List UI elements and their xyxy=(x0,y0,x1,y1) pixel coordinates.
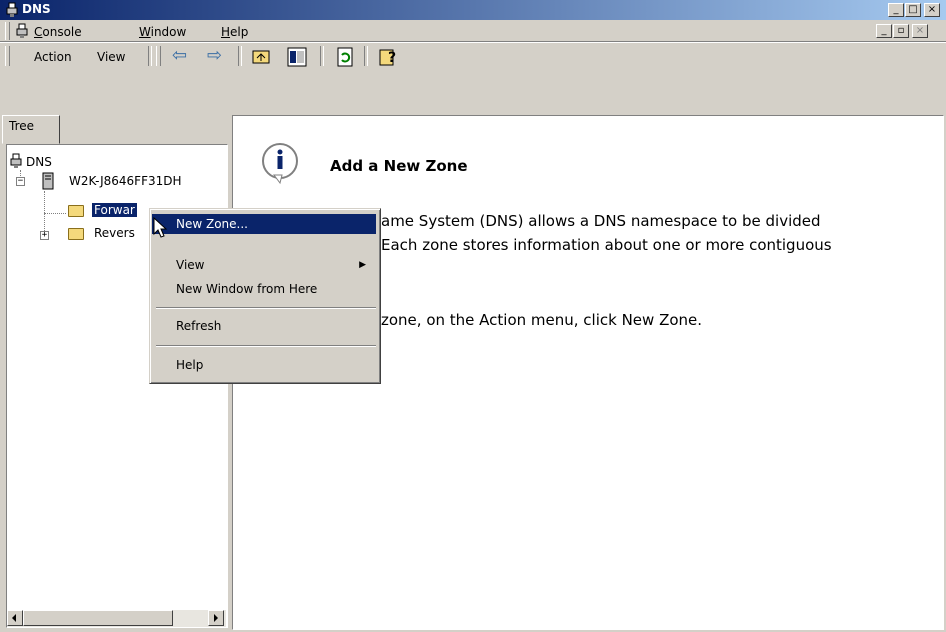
context-view[interactable]: View ▶ xyxy=(152,255,376,275)
toolbar xyxy=(0,42,946,68)
close-button[interactable]: × xyxy=(924,3,940,17)
context-refresh[interactable]: Refresh xyxy=(152,316,376,336)
context-new-zone[interactable]: New Zone... xyxy=(152,214,376,234)
toolbar-separator-4 xyxy=(364,46,368,66)
menubar-grip[interactable] xyxy=(5,22,10,40)
menu-console[interactable]: Console xyxy=(34,25,82,39)
details-paragraph-line2: Each zone stores information about one o… xyxy=(381,236,832,254)
tree-line xyxy=(44,213,66,214)
child-restore-button[interactable]: ▫ xyxy=(893,24,909,38)
title-bar xyxy=(0,0,946,20)
scroll-thumb[interactable] xyxy=(23,610,173,626)
toolbar-grip[interactable] xyxy=(5,46,10,66)
help-icon[interactable]: ? xyxy=(378,47,398,67)
menu-help-label: Help xyxy=(221,25,249,39)
tab-tree-label: Tree xyxy=(9,119,35,133)
folder-icon xyxy=(68,205,84,217)
toolbar-separator xyxy=(148,46,152,66)
context-new-window[interactable]: New Window from Here xyxy=(152,279,376,299)
scroll-right-button[interactable] xyxy=(208,610,224,626)
window-title: DNS xyxy=(22,2,51,16)
dns-console-icon xyxy=(6,2,18,17)
tree-expander-reverse[interactable]: + xyxy=(40,231,49,240)
back-arrow-icon[interactable]: ⇦ xyxy=(172,45,187,66)
toolbar-grip-2[interactable] xyxy=(156,46,161,66)
menu-window-label: Window xyxy=(139,25,187,39)
info-icon xyxy=(262,143,298,185)
menu-help[interactable]: Help xyxy=(221,25,248,39)
minimize-button[interactable]: _ xyxy=(888,3,904,17)
context-separator xyxy=(156,307,376,309)
menu-window[interactable]: Window xyxy=(139,25,186,39)
tree-expander-server[interactable]: − xyxy=(16,177,25,186)
view-menu[interactable]: View xyxy=(97,50,125,64)
context-help[interactable]: Help xyxy=(152,355,376,375)
context-separator xyxy=(156,345,376,347)
toolbar-separator-3 xyxy=(320,46,324,66)
dns-root-icon xyxy=(10,153,22,168)
details-instruction: zone, on the Action menu, click New Zone… xyxy=(381,311,703,329)
folder-icon xyxy=(68,228,84,240)
refresh-icon[interactable] xyxy=(335,47,355,67)
submenu-arrow-icon: ▶ xyxy=(359,260,366,270)
tree-item-server[interactable]: W2K-J8646FF31DH xyxy=(69,174,182,188)
details-heading: Add a New Zone xyxy=(330,157,468,175)
scroll-right-icon xyxy=(214,614,218,622)
child-close-button[interactable]: × xyxy=(912,24,928,38)
forward-arrow-icon[interactable]: ⇨ xyxy=(207,45,222,66)
svg-text:?: ? xyxy=(388,50,396,66)
console-menu-icon[interactable] xyxy=(14,23,30,39)
mouse-cursor-icon xyxy=(153,217,168,238)
child-minimize-button[interactable]: _ xyxy=(876,24,892,38)
scroll-left-icon xyxy=(12,614,16,622)
up-level-icon[interactable] xyxy=(251,47,271,67)
show-hide-tree-icon[interactable] xyxy=(287,47,307,67)
menu-console-label: Console xyxy=(34,25,82,39)
action-menu[interactable]: Action xyxy=(34,50,72,64)
context-view-label: View xyxy=(176,258,205,272)
tree-item-dns[interactable]: DNS xyxy=(26,155,52,169)
server-icon xyxy=(42,172,54,190)
toolbar-separator-2 xyxy=(238,46,242,66)
tab-tree[interactable]: Tree xyxy=(2,115,60,144)
tree-item-forward-zones[interactable]: Forwar xyxy=(92,203,137,217)
tree-item-reverse-zones[interactable]: Revers xyxy=(94,226,135,240)
maximize-button[interactable]: □ xyxy=(905,3,921,17)
details-paragraph-line1: ame System (DNS) allows a DNS namespace … xyxy=(381,212,821,230)
scroll-left-button[interactable] xyxy=(7,610,23,626)
